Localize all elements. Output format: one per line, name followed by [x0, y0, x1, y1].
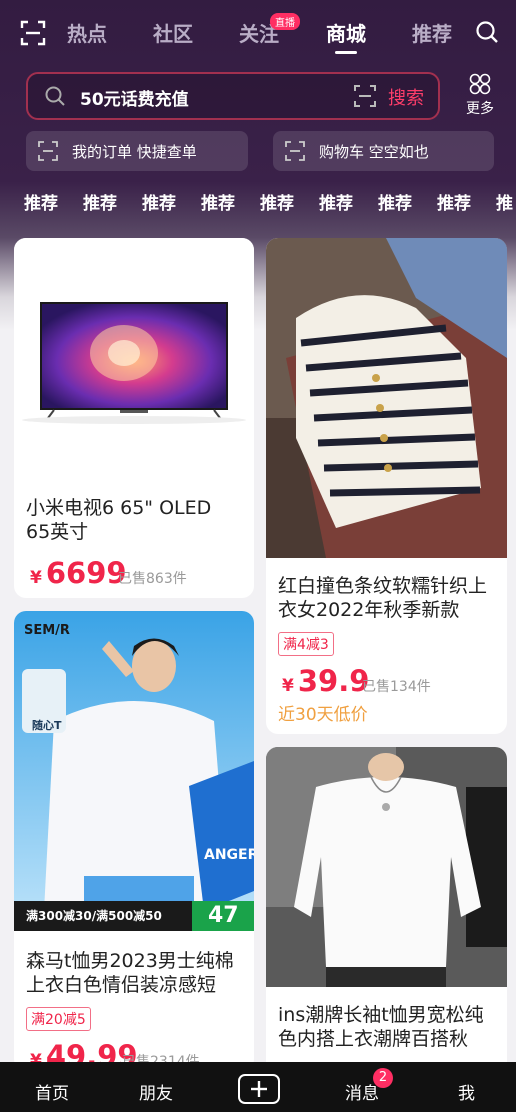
category-tab[interactable]: 推荐	[260, 189, 294, 214]
board-text: ANGEROUS	[204, 847, 254, 863]
my-orders-label: 我的订单 快捷查单	[72, 143, 197, 161]
nav-friends[interactable]: 朋友	[139, 1079, 173, 1104]
cart-label: 购物车 空空如也	[319, 143, 429, 161]
category-tabs: 推荐 推荐 推荐 推荐 推荐 推荐 推荐 推荐推	[24, 189, 516, 219]
active-tab-indicator	[335, 51, 357, 54]
scan-icon	[38, 141, 58, 161]
search-icon[interactable]	[475, 20, 499, 44]
product-title: 森马t恤男2023男士纯棉上衣白色情侣装凉感短	[26, 950, 234, 996]
scan-icon	[285, 141, 305, 161]
plus-icon	[251, 1081, 267, 1097]
product-card-tshirt[interactable]: SEM/R 随心T ANGEROUS 满300减30/满500减50 47 森马…	[14, 611, 254, 1071]
product-title: 红白撞色条纹软糯针织上衣女2022年秋季新款	[278, 575, 488, 621]
more-button[interactable]: 更多	[460, 72, 500, 120]
search-input[interactable]: 50元话费充值	[80, 85, 189, 110]
product-title: 小米电视6 65" OLED 65英寸	[26, 497, 212, 543]
message-badge: 2	[373, 1068, 393, 1088]
brand-logo: SEM/R	[24, 623, 70, 638]
promo-badge: 满4减3	[278, 632, 334, 656]
product-card-cardigan[interactable]: 红白撞色条纹软糯针织上衣女2022年秋季新款 满4减3 ¥39.9 已售134件…	[266, 238, 507, 734]
scan-icon[interactable]	[354, 85, 376, 107]
product-title: ins潮牌长袖t恤男宽松纯色内搭上衣潮牌百搭秋	[278, 1004, 484, 1050]
product-image	[266, 238, 507, 558]
tab-mall[interactable]: 商城	[326, 18, 366, 47]
category-tab[interactable]: 推荐	[83, 189, 117, 214]
category-tab[interactable]: 推荐	[142, 189, 176, 214]
category-tab[interactable]: 推荐	[378, 189, 412, 214]
tab-hot[interactable]: 热点	[67, 18, 107, 47]
product-image	[14, 611, 254, 931]
top-nav: 热点 社区 关注 直播 商城 推荐	[0, 0, 516, 64]
nav-home[interactable]: 首页	[35, 1079, 69, 1104]
my-orders-chip[interactable]: 我的订单 快捷查单	[26, 131, 248, 171]
product-price: ¥39.9	[282, 664, 370, 698]
product-image	[266, 747, 507, 987]
product-card-tv[interactable]: 小米电视6 65" OLED 65英寸 ¥6699 已售863件	[14, 238, 254, 598]
search-button[interactable]: 搜索	[388, 84, 424, 110]
live-badge: 直播	[270, 13, 300, 30]
category-tab[interactable]: 推荐	[437, 189, 471, 214]
low-price-note: 近30天低价	[278, 705, 368, 725]
product-image	[14, 238, 254, 478]
create-button[interactable]	[238, 1074, 280, 1104]
image-promo-text: 满300减30/满500减50	[26, 909, 162, 923]
scan-icon[interactable]	[20, 20, 46, 46]
category-tab[interactable]: 推荐	[24, 189, 58, 214]
promo-badge: 满20减5	[26, 1007, 91, 1031]
product-card-longsleeve[interactable]: ins潮牌长袖t恤男宽松纯色内搭上衣潮牌百搭秋	[266, 747, 507, 1077]
category-tab[interactable]: 推	[496, 189, 513, 214]
category-tab[interactable]: 推荐	[319, 189, 353, 214]
tab-recommend[interactable]: 推荐	[412, 18, 452, 47]
grid-more-icon	[469, 73, 491, 95]
nav-me[interactable]: 我	[458, 1079, 475, 1104]
sold-count: 已售134件	[362, 679, 431, 695]
more-label: 更多	[466, 101, 494, 117]
image-number-badge: 47	[208, 903, 239, 928]
image-tag: 随心T	[32, 719, 62, 732]
search-icon	[45, 86, 65, 106]
tab-community[interactable]: 社区	[153, 18, 193, 47]
sold-count: 已售863件	[118, 571, 187, 587]
search-bar[interactable]: 50元话费充值 搜索	[26, 72, 440, 120]
cart-chip[interactable]: 购物车 空空如也	[273, 131, 494, 171]
bottom-nav: 首页 朋友 消息 2 我	[0, 1062, 516, 1112]
product-price: ¥6699	[30, 556, 127, 590]
category-tab[interactable]: 推荐	[201, 189, 235, 214]
